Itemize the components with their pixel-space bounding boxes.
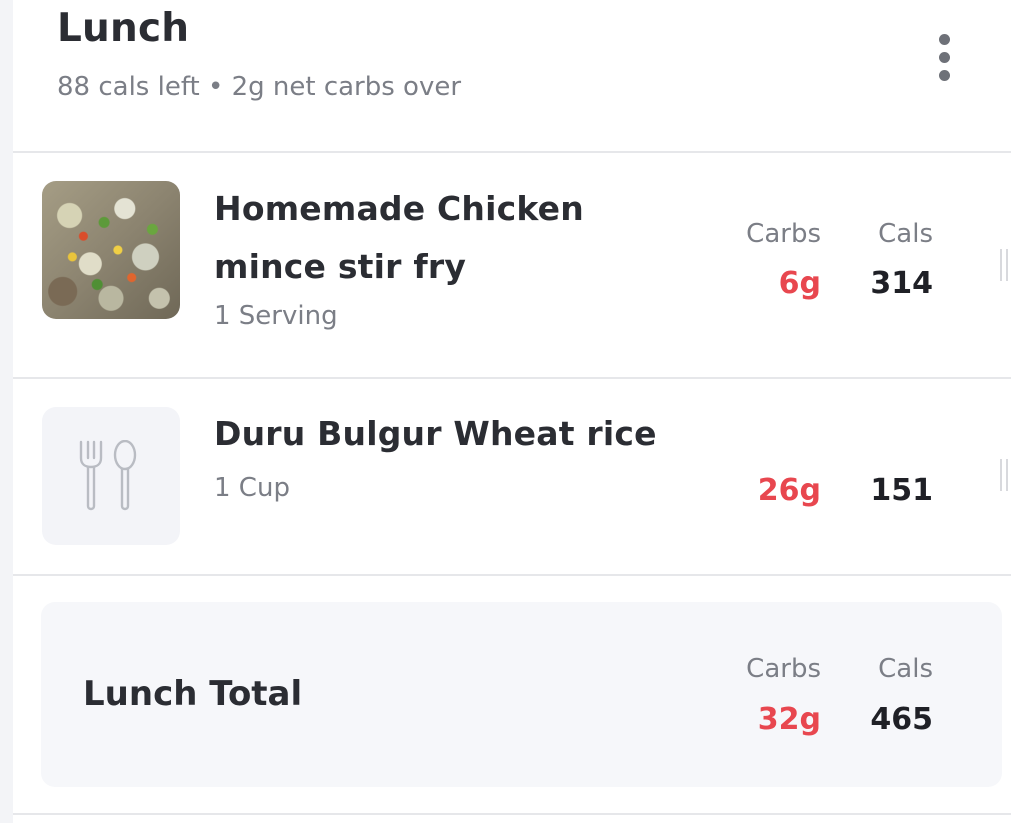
food-photo — [42, 181, 180, 319]
more-options-icon[interactable] — [925, 28, 963, 86]
carbs-column-label: Carbs — [746, 219, 821, 249]
drag-handle-icon[interactable] — [1000, 249, 1008, 281]
food-item-row[interactable]: Homemade Chicken mince stir fry 1 Servin… — [13, 153, 1011, 377]
meal-summary: 88 cals left • 2g net carbs over — [57, 72, 462, 102]
drag-handle-icon[interactable] — [1000, 459, 1008, 491]
food-photo-image — [42, 181, 180, 319]
carbs-value: 26g — [757, 473, 821, 508]
cals-column-label: Cals — [878, 654, 933, 684]
total-cals-value: 465 — [870, 702, 933, 737]
carbs-value: 6g — [778, 266, 821, 301]
cals-column-label: Cals — [878, 219, 933, 249]
divider — [13, 574, 1011, 576]
divider — [13, 813, 1011, 815]
cals-value: 151 — [870, 473, 933, 508]
serving-size: 1 Cup — [214, 473, 290, 503]
dot — [938, 51, 950, 63]
food-item-row[interactable]: Duru Bulgur Wheat rice 1 Cup 26g 151 — [13, 379, 1011, 574]
dot — [938, 69, 950, 81]
cals-value: 314 — [870, 266, 933, 301]
serving-size: 1 Serving — [214, 301, 338, 331]
food-placeholder — [42, 407, 180, 545]
meal-header: Lunch 88 cals left • 2g net carbs over — [13, 0, 1011, 152]
food-name-line: Homemade Chicken — [214, 189, 584, 228]
total-label: Lunch Total — [83, 674, 303, 714]
fork-spoon-icon — [79, 440, 137, 511]
dot — [938, 33, 950, 45]
carbs-column-label: Carbs — [746, 654, 821, 684]
meal-card: Lunch 88 cals left • 2g net carbs over H… — [13, 0, 1011, 823]
total-carbs-value: 32g — [757, 702, 821, 737]
meal-total: Lunch Total Carbs Cals 32g 465 — [41, 602, 1002, 787]
meal-title: Lunch — [57, 6, 190, 51]
food-name-line: mince stir fry — [214, 247, 467, 286]
food-name-line: Duru Bulgur Wheat rice — [214, 414, 657, 453]
